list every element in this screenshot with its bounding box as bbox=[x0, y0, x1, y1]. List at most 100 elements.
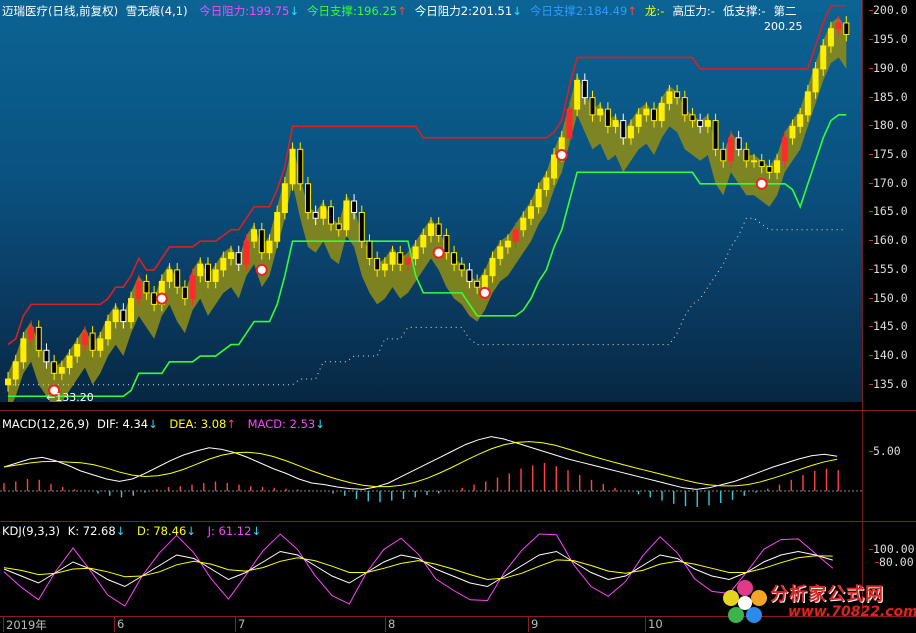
candle-body bbox=[320, 206, 327, 219]
candle-body bbox=[420, 234, 427, 248]
candle-body bbox=[381, 263, 388, 271]
candle-body bbox=[689, 114, 696, 122]
macd-dea: DEA: 3.08 bbox=[169, 417, 227, 431]
candle-body bbox=[304, 183, 311, 213]
candle-body bbox=[197, 263, 204, 277]
candle-body bbox=[751, 160, 758, 163]
candle-body bbox=[204, 263, 211, 282]
candle-body bbox=[451, 252, 458, 265]
candle-body bbox=[435, 223, 442, 236]
candle-body bbox=[281, 183, 288, 213]
header-item: 今日支撑:196.25 bbox=[306, 4, 398, 18]
panel-separator bbox=[0, 410, 916, 411]
flower-logo-icon bbox=[723, 580, 767, 623]
header-item-arrow: ↓ bbox=[289, 4, 299, 18]
candle-body bbox=[581, 79, 588, 99]
candle-body bbox=[228, 252, 235, 259]
candle-body bbox=[627, 125, 634, 139]
buy-signal-marker bbox=[755, 177, 768, 190]
candle-body bbox=[428, 223, 434, 236]
macd-value-arrow: ↓ bbox=[315, 417, 325, 431]
candle-body bbox=[212, 269, 219, 282]
candle-body bbox=[312, 211, 319, 219]
candle-body bbox=[358, 211, 365, 242]
kdj-d-line bbox=[3, 555, 833, 581]
header-item-arrow: ↑ bbox=[397, 4, 407, 18]
candle-body bbox=[374, 257, 381, 271]
candle-body bbox=[843, 22, 850, 35]
candle-body bbox=[651, 108, 658, 122]
candle-body bbox=[443, 234, 450, 254]
price-axis-tick: 140.0 bbox=[869, 348, 908, 363]
date-label: 10 bbox=[645, 617, 663, 632]
macd-value: MACD: 2.53 bbox=[247, 417, 316, 431]
candle-body bbox=[797, 114, 804, 127]
logo-url: www.70822.com bbox=[788, 604, 916, 620]
candle-body bbox=[104, 321, 111, 340]
header-item: 低支撑:- bbox=[722, 4, 766, 18]
candle-body bbox=[189, 275, 196, 300]
macd-axis[interactable]: 5.00 bbox=[862, 411, 916, 521]
candle-body bbox=[712, 120, 719, 150]
candle-body bbox=[397, 252, 404, 265]
candle-body bbox=[551, 154, 558, 179]
kdj-header: KDJ(9,3,3) K: 72.68↓ D: 78.46↓ J: 61.12↓ bbox=[2, 524, 269, 538]
header-item: 今日阻力:199.75 bbox=[199, 4, 290, 18]
price-axis-tick: 155.0 bbox=[869, 261, 908, 276]
candle-body bbox=[220, 257, 227, 271]
candle-body bbox=[89, 332, 96, 351]
stock-title: 迈瑞医疗(日线,前复权) bbox=[2, 4, 119, 18]
header-item: 龙:- bbox=[644, 4, 665, 18]
trend-channel-band bbox=[8, 17, 847, 402]
buy-signal-marker bbox=[155, 292, 168, 305]
candle-body bbox=[43, 349, 50, 363]
candle-body bbox=[758, 160, 765, 168]
candle-body bbox=[35, 326, 42, 351]
candle-body bbox=[620, 120, 627, 139]
macd-header: MACD(12,26,9) DIF: 4.34↓ DEA: 3.08↑ MACD… bbox=[2, 417, 333, 431]
kdj-j-arrow: ↓ bbox=[251, 524, 262, 538]
candle-body bbox=[74, 344, 81, 357]
candle-body bbox=[666, 91, 673, 104]
candle-body bbox=[604, 108, 611, 127]
candle-body bbox=[135, 280, 142, 300]
candle-body bbox=[635, 114, 642, 127]
candle-body bbox=[143, 280, 150, 294]
logo-name: 分析家公式网 bbox=[770, 584, 884, 605]
candle-body bbox=[697, 120, 704, 127]
kdj-k-arrow: ↓ bbox=[115, 524, 126, 538]
candle-body bbox=[643, 108, 650, 116]
candle-body bbox=[181, 286, 188, 300]
price-axis-tick: 185.0 bbox=[869, 89, 908, 104]
candle-body bbox=[574, 79, 581, 110]
candle-body bbox=[589, 97, 596, 116]
price-chart-panel[interactable]: 迈瑞医疗(日线,前复权) 雪无痕(4,1) 今日阻力:199.75↓ 今日支撑:1… bbox=[0, 0, 862, 402]
price-chart-svg bbox=[5, 4, 850, 402]
site-logo: 分析家公式网 www.70822.com bbox=[722, 576, 916, 628]
buy-signal-marker bbox=[478, 286, 491, 299]
high-price-label: 200.25 bbox=[764, 20, 803, 33]
candle-body bbox=[166, 269, 173, 282]
candle-body bbox=[289, 148, 296, 185]
kdj-j-line bbox=[3, 533, 834, 607]
chart-header: 迈瑞医疗(日线,前复权) 雪无痕(4,1) 今日阻力:199.75↓ 今日支撑:1… bbox=[2, 3, 813, 19]
price-axis-tick: 200.0 bbox=[869, 3, 908, 18]
candle-body bbox=[20, 338, 27, 363]
candle-body bbox=[812, 68, 819, 93]
candle-body bbox=[389, 252, 396, 265]
kdj-j: J: 61.12 bbox=[207, 524, 252, 538]
date-label: 2019年 bbox=[3, 617, 47, 632]
candle-body bbox=[766, 166, 773, 173]
candle-body bbox=[343, 200, 350, 231]
indicator-name: 雪无痕(4,1) bbox=[125, 4, 188, 18]
panel-separator bbox=[0, 521, 916, 522]
macd-panel[interactable]: MACD(12,26,9) DIF: 4.34↓ DEA: 3.08↑ MACD… bbox=[0, 415, 862, 521]
macd-dea-arrow: ↑ bbox=[226, 417, 236, 431]
price-axis[interactable]: 200.0 195.0 190.0 185.0 180.0 175.0 170.0 165.0… bbox=[862, 0, 916, 410]
candle-body bbox=[12, 361, 19, 380]
candle-body bbox=[128, 298, 135, 323]
candle-body bbox=[720, 148, 727, 162]
buy-signal-marker bbox=[555, 149, 568, 162]
price-axis-tick: 160.0 bbox=[869, 233, 908, 248]
candle-body bbox=[520, 217, 527, 231]
